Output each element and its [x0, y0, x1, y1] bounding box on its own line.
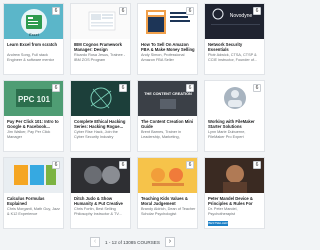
- prev-page-button[interactable]: ‹: [90, 237, 100, 247]
- course-title[interactable]: Network Security Essentials: [208, 42, 263, 52]
- course-author: Andrew Song, Full stack Engineer & softw…: [7, 53, 55, 62]
- course-card[interactable]: 6 Complete Ethical Hacking Series: Hacki…: [70, 80, 131, 152]
- course-title[interactable]: Calculus Formulas Explained: [7, 196, 62, 206]
- course-author: Cyber Rise Hack, Join the Cyber Security…: [74, 130, 118, 139]
- course-card[interactable]: 6 Teaching Kids Values & Moral Judgement…: [137, 157, 198, 229]
- wishlist-icon[interactable]: 6: [186, 84, 194, 92]
- course-card[interactable]: 6 Working with FileMaker Starter Solutio…: [204, 80, 265, 152]
- course-author: Chris Morganti, Math Guy, Jazz & K12 Exp…: [7, 207, 60, 216]
- course-title[interactable]: Teaching Kids Values & Moral Judgement: [141, 196, 196, 206]
- wishlist-icon[interactable]: 6: [119, 161, 127, 169]
- thumb-text: THE CONTENT CREATION: [144, 92, 192, 96]
- course-title[interactable]: Ditch Judo & Show Humanity & Put Creativ…: [74, 196, 129, 206]
- course-card[interactable]: 6 How To Sell On Amazon FBA & Make Money…: [137, 3, 198, 75]
- wishlist-icon[interactable]: 6: [52, 84, 60, 92]
- next-page-button[interactable]: ›: [164, 237, 175, 247]
- course-title[interactable]: The Content Creation Mini Guide: [141, 119, 196, 129]
- wishlist-icon[interactable]: 6: [52, 161, 60, 169]
- card-footer: BESTSELLER: [205, 220, 264, 228]
- wishlist-icon[interactable]: 6: [119, 84, 127, 92]
- course-author: Brandy Aldrich, Dean of Teacher Scholar …: [141, 207, 196, 216]
- wishlist-icon[interactable]: 6: [253, 7, 261, 15]
- wishlist-icon[interactable]: 6: [52, 7, 60, 15]
- course-author: Piotr Adwick, CTSA, CTSP & CCIE instruct…: [208, 53, 258, 62]
- thumb-text: Novodyne: [230, 13, 253, 19]
- course-author: Brent Barnes, Trainer in Leadership, Mar…: [141, 130, 182, 139]
- course-title[interactable]: IBM Cognos Framework Manager: Design Met…: [74, 42, 129, 52]
- course-author: Ricardo Rosa Jesus, Trainee - IBM ZOS Pr…: [74, 53, 126, 62]
- course-author: Chris Fortin, Best Selling Philosophy In…: [74, 207, 122, 216]
- course-card[interactable]: Novodyne 6 Network Security Essentials P…: [204, 3, 265, 75]
- course-author: Dr. Peter Mandel, Psychotherapist: [208, 207, 238, 216]
- bestseller-badge: BESTSELLER: [208, 221, 228, 226]
- course-title[interactable]: Learn Excel from scratch: [7, 42, 62, 47]
- course-title[interactable]: Complete Ethical Hacking Series: Hacking…: [74, 119, 129, 129]
- course-title[interactable]: Peter Mandel Device & Principles & Rules…: [208, 196, 263, 206]
- course-card[interactable]: THE CONTENT CREATION 6 The Content Creat…: [137, 80, 198, 152]
- wishlist-icon[interactable]: 6: [253, 84, 261, 92]
- course-card[interactable]: 6 Ditch Judo & Show Humanity & Put Creat…: [70, 157, 131, 229]
- wishlist-icon[interactable]: 6: [253, 161, 261, 169]
- wishlist-icon[interactable]: 6: [186, 7, 194, 15]
- course-author: Lynn Marie Dubuerne, FileMaker Pro Exper…: [208, 130, 246, 139]
- course-title[interactable]: How To Sell On Amazon FBA & Make Money S…: [141, 42, 196, 52]
- course-card[interactable]: 6 Peter Mandel Device & Principles & Rul…: [204, 157, 265, 229]
- wishlist-icon[interactable]: 6: [186, 161, 194, 169]
- course-author: Andy Simon, Professional Amazon FBA Sell…: [141, 53, 185, 62]
- course-card[interactable]: 6 Calculus Formulas Explained Chris Morg…: [3, 157, 64, 229]
- course-card[interactable]: PPC 101 6 Pay Per Click 101: Intro to Go…: [3, 80, 64, 152]
- course-card[interactable]: 6 IBM Cognos Framework Manager: Design M…: [70, 3, 131, 75]
- thumb-text: Excel: [29, 33, 38, 37]
- course-author: Jim Walker, Pay Per Click Manager: [7, 130, 51, 139]
- course-card[interactable]: Excel 6 Learn Excel from scratch Andrew …: [3, 3, 64, 75]
- wishlist-icon[interactable]: 6: [119, 7, 127, 15]
- course-title[interactable]: Working with FileMaker Starter Solutions: [208, 119, 263, 129]
- pagination: ‹ 1 - 12 of 13085 COURSES ›: [90, 237, 175, 247]
- course-title[interactable]: Pay Per Click 101: Intro to Google & Fac…: [7, 119, 62, 129]
- thumb-text: PPC 101: [18, 95, 51, 104]
- pagination-label: 1 - 12 of 13085 COURSES: [105, 239, 160, 245]
